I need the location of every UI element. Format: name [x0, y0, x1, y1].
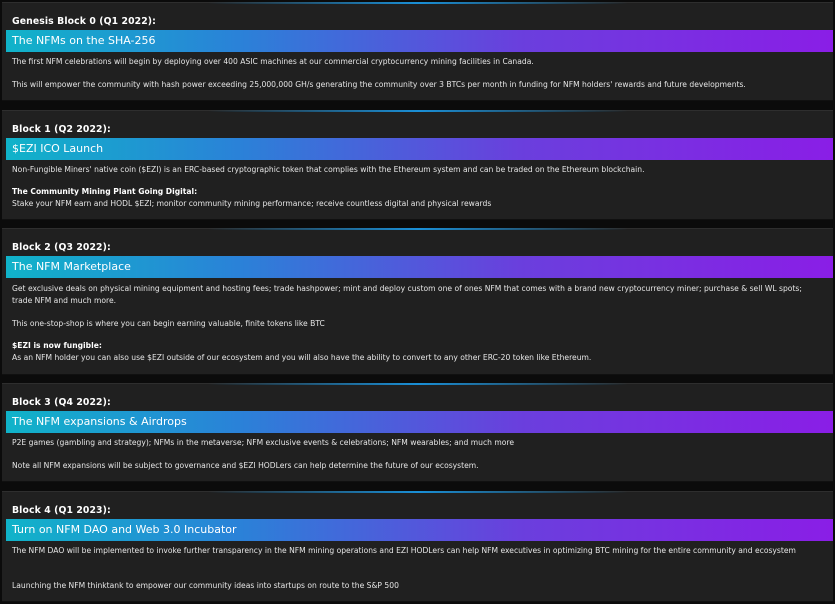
block-title: Block 4 (Q1 2023):: [12, 505, 111, 516]
block-paragraph: Stake your NFM earn and HODL $EZI; monit…: [12, 199, 492, 208]
block-paragraph: Non-Fungible Miners' native coin ($EZI) …: [12, 165, 645, 174]
roadmap-block-3: Block 3 (Q4 2022): The NFM expansions & …: [2, 383, 833, 482]
block-banner: $EZI ICO Launch: [6, 138, 833, 160]
block-banner: Turn on NFM DAO and Web 3.0 Incubator: [6, 519, 833, 541]
block-top-glow: [207, 228, 628, 230]
roadmap-block-2: Block 2 (Q3 2022): The NFM Marketplace G…: [2, 228, 833, 375]
block-title: Block 1 (Q2 2022):: [12, 124, 111, 135]
block-paragraph: P2E games (gambling and strategy); NFMs …: [12, 438, 515, 447]
block-paragraph: The first NFM celebrations will begin by…: [12, 57, 534, 66]
block-paragraph: Note all NFM expansions will be subject …: [12, 461, 479, 470]
block-top-glow: [207, 383, 628, 385]
block-paragraph: This will empower the community with has…: [12, 80, 746, 89]
block-subheading: The Community Mining Plant Going Digital…: [12, 187, 198, 196]
roadmap: Genesis Block 0 (Q1 2022): The NFMs on t…: [0, 0, 835, 604]
block-top-glow: [207, 110, 628, 112]
block-paragraph: Launching the NFM thinktank to empower o…: [12, 581, 399, 590]
block-title: Genesis Block 0 (Q1 2022):: [12, 16, 156, 27]
block-top-glow: [207, 491, 628, 493]
roadmap-block-genesis: Genesis Block 0 (Q1 2022): The NFMs on t…: [2, 2, 833, 101]
block-subheading: $EZI is now fungible:: [12, 341, 102, 350]
block-title: Block 2 (Q3 2022):: [12, 242, 111, 253]
block-banner: The NFM expansions & Airdrops: [6, 411, 833, 433]
block-paragraph: This one-stop-shop is where you can begi…: [12, 319, 325, 328]
block-title: Block 3 (Q4 2022):: [12, 397, 111, 408]
roadmap-block-4: Block 4 (Q1 2023): Turn on NFM DAO and W…: [2, 491, 833, 602]
block-paragraph: Get exclusive deals on physical mining e…: [12, 284, 802, 305]
block-paragraph: As an NFM holder you can also use $EZI o…: [12, 353, 592, 362]
block-banner: The NFM Marketplace: [6, 256, 833, 278]
block-paragraph: The NFM DAO will be implemented to invok…: [12, 546, 796, 555]
block-banner: The NFMs on the SHA-256: [6, 30, 833, 52]
block-top-glow: [207, 2, 628, 4]
roadmap-block-1: Block 1 (Q2 2022): $EZI ICO Launch Non-F…: [2, 110, 833, 220]
